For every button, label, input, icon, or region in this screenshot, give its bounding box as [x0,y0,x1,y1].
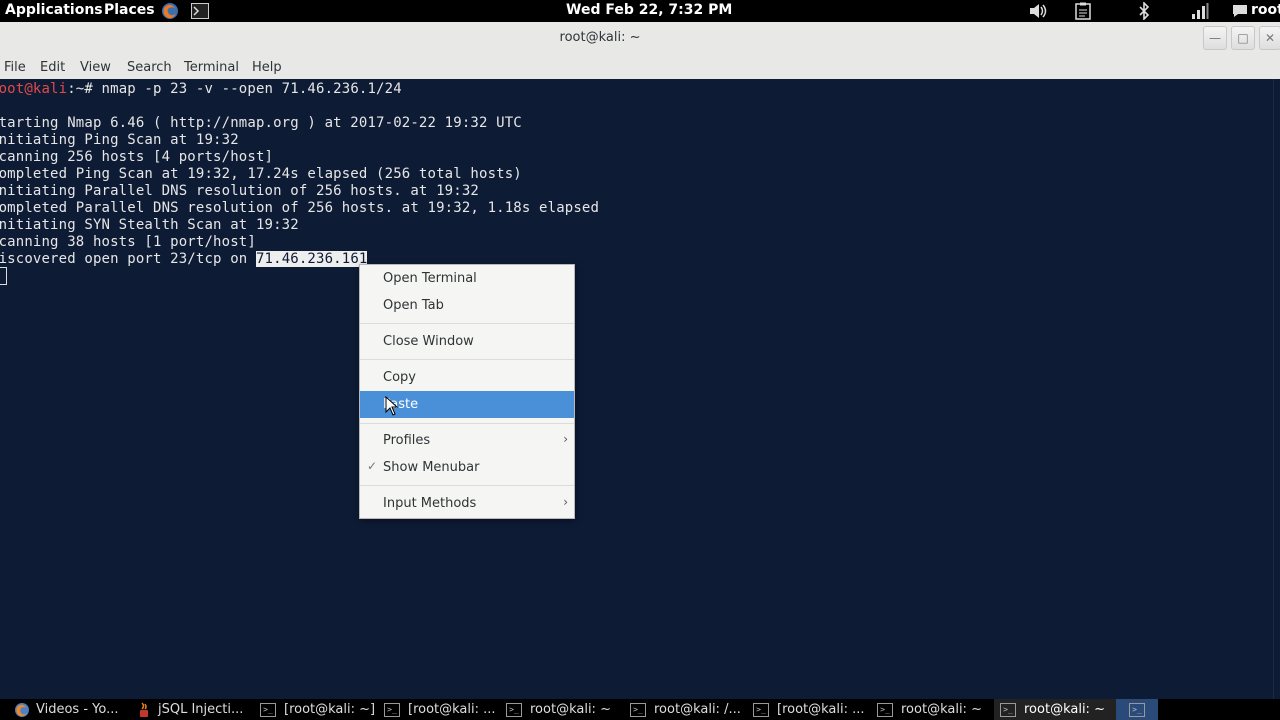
menu-item-label: Input Methods [383,496,477,511]
menu-separator [360,423,574,424]
context-menu: Open Terminal Open Tab Close Window Copy… [359,264,575,519]
user-menu[interactable]: root [1251,2,1280,18]
task-terminal-active[interactable]: >_ root@kali: ~ [994,699,1122,720]
workspace-switcher[interactable]: >_ [1116,699,1158,720]
mouse-pointer-icon [385,396,399,416]
menu-item-label: Profiles [383,433,431,448]
clipboard-icon[interactable] [1073,1,1093,21]
chevron-right-icon: › [563,432,568,446]
prompt-user: root@kali [0,81,68,97]
terminal-icon: >_ [753,702,769,717]
menu-item-close-window[interactable]: Close Window [360,329,574,355]
window-title: root@kali: ~ [559,30,641,45]
task-label: root@kali: /... [654,702,741,717]
minimize-icon: — [1209,31,1221,45]
output-line: Scanning 256 hosts [4 ports/host] [0,149,274,165]
terminal-icon: >_ [630,702,646,717]
terminal-icon: >_ [1129,702,1145,717]
task-label: root@kali: ~ [1024,702,1105,717]
close-window-button[interactable]: ✕ [1259,26,1280,50]
window-titlebar[interactable]: root@kali: ~ — □ ✕ [0,22,1280,58]
close-icon: ✕ [1264,31,1276,45]
selected-ip[interactable]: 71.46.236.161 [255,251,368,267]
terminal-icon: >_ [506,702,522,717]
top-panel: Applications Places Wed Feb 22, 7:32 PM … [0,0,1280,22]
menu-search[interactable]: Search [127,60,172,75]
terminal-icon: >_ [1000,702,1016,717]
menu-item-show-menubar[interactable]: ✓ Show Menubar [360,455,574,481]
firefox-icon[interactable] [160,1,180,21]
java-icon [140,701,148,717]
network-icon[interactable] [1190,1,1210,21]
task-label: [root@kali: ... [777,702,865,717]
task-label: root@kali: ~ [530,702,611,717]
menu-item-profiles[interactable]: Profiles › [360,428,574,454]
menu-item-input-methods[interactable]: Input Methods › [360,491,574,517]
task-label: jSQL Injecti... [158,702,244,717]
task-label: [root@kali: ... [408,702,496,717]
output-line: Initiating Ping Scan at 19:32 [0,132,239,148]
output-line: Completed Ping Scan at 19:32, 17.24s ela… [0,166,522,182]
terminal-icon: >_ [877,702,893,717]
checkmark-icon: ✓ [367,459,378,473]
output-line: Completed Parallel DNS resolution of 256… [0,200,600,216]
bluetooth-icon[interactable] [1134,1,1154,21]
terminal-icon: >_ [384,702,400,717]
terminal-scrollbar[interactable] [1273,79,1280,699]
terminal-cursor [0,267,7,285]
menu-separator [360,323,574,324]
task-terminal[interactable]: >_ root@kali: /... [630,699,741,720]
volume-icon[interactable] [1028,1,1048,21]
terminal-menubar: File Edit View Search Terminal Help [0,57,1280,79]
menu-item-open-tab[interactable]: Open Tab [360,293,574,319]
menu-item-copy[interactable]: Copy [360,365,574,391]
chat-icon[interactable] [1230,1,1250,21]
prompt-command: :~# nmap -p 23 -v --open 71.46.236.1/24 [67,81,402,97]
videos-icon [15,702,29,717]
menu-separator [360,485,574,486]
menu-edit[interactable]: Edit [40,60,65,75]
output-line: Initiating SYN Stealth Scan at 19:32 [0,217,299,233]
menu-separator [360,359,574,360]
terminal-icon: >_ [260,702,276,717]
terminal-output[interactable]: root@kali:~# nmap -p 23 -v --open 71.46.… [0,79,1274,699]
menu-item-label: Open Tab [383,298,444,313]
menu-item-open-terminal[interactable]: Open Terminal [360,266,574,292]
task-videos[interactable]: Videos - Yo... [14,699,119,720]
task-terminal[interactable]: >_ root@kali: ~ [877,699,982,720]
menu-item-label: Show Menubar [383,460,480,475]
task-terminal[interactable]: >_ root@kali: ~ [506,699,611,720]
output-line: Discovered open port 23/tcp on 71.46.236… [0,251,368,268]
task-terminal[interactable]: >_ [root@kali: ... [753,699,865,720]
clock[interactable]: Wed Feb 22, 7:32 PM [566,2,732,18]
menu-view[interactable]: View [80,60,111,75]
menu-item-label: Open Terminal [383,271,477,286]
bottom-taskbar: Videos - Yo... jSQL Injecti... >_ [root@… [0,699,1280,720]
maximize-icon: □ [1237,31,1249,45]
applications-menu[interactable]: Applications [5,2,103,18]
output-line: Scanning 38 hosts [1 port/host] [0,234,256,250]
places-menu[interactable]: Places [104,2,155,18]
task-label: root@kali: ~ [901,702,982,717]
output-line: Initiating Parallel DNS resolution of 25… [0,183,479,199]
task-jsql[interactable]: jSQL Injecti... [136,699,243,720]
task-terminal[interactable]: >_ [root@kali: ... [384,699,496,720]
menu-help[interactable]: Help [252,60,282,75]
terminal-icon[interactable] [190,1,210,21]
chevron-right-icon: › [563,495,568,509]
output-line: Starting Nmap 6.46 ( http://nmap.org ) a… [0,115,522,131]
maximize-button[interactable]: □ [1231,26,1255,50]
menu-item-label: Copy [383,370,416,385]
task-label: [root@kali: ~] [284,702,376,717]
discovered-text: Discovered open port 23/tcp on [0,251,256,267]
menu-item-label: Close Window [383,334,474,349]
menu-terminal[interactable]: Terminal [184,60,239,75]
menu-file[interactable]: File [4,60,26,75]
minimize-button[interactable]: — [1203,26,1227,50]
command-line: root@kali:~# nmap -p 23 -v --open 71.46.… [0,81,402,98]
task-label: Videos - Yo... [36,702,119,717]
task-terminal[interactable]: >_ [root@kali: ~] [260,699,375,720]
